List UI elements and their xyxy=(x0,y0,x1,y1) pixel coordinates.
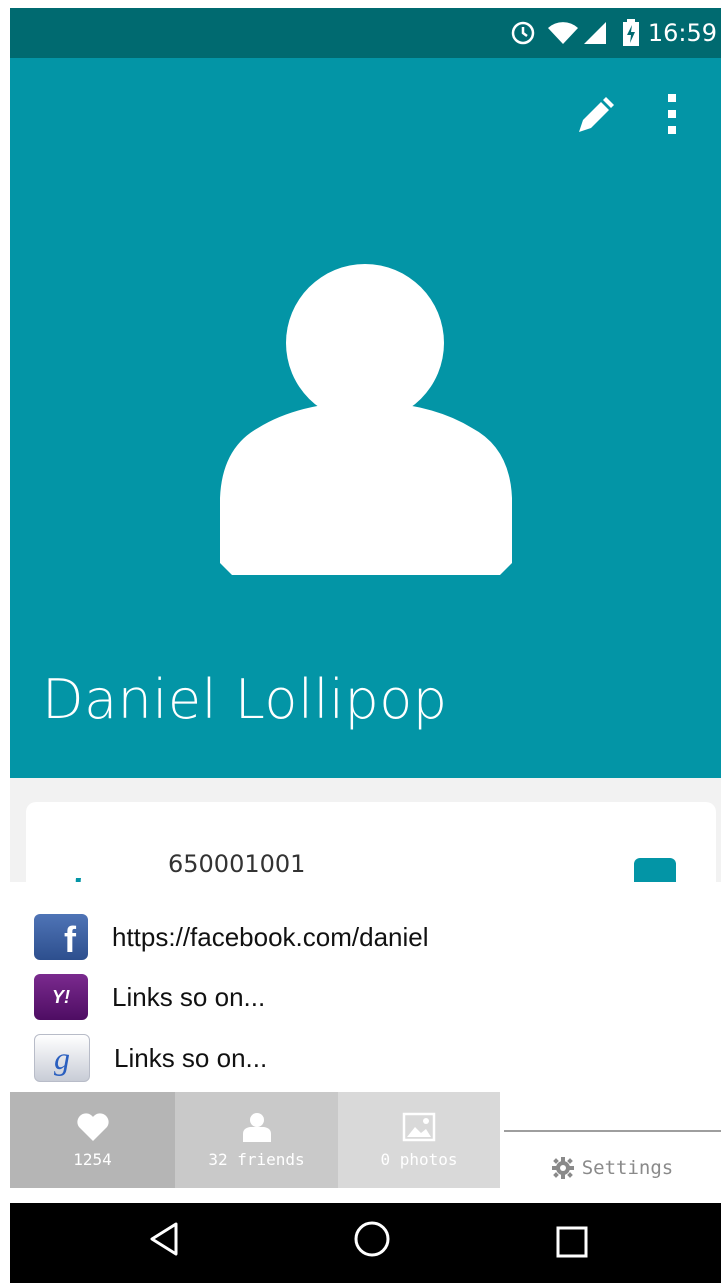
tab-label: 1254 xyxy=(73,1149,112,1169)
bottom-tab-bar: 1254 32 friends 0 photos Settings xyxy=(10,1092,721,1196)
tab-label: 0 photos xyxy=(380,1149,458,1169)
facebook-logo-icon: f xyxy=(34,914,88,960)
tab-label: 32 friends xyxy=(208,1149,305,1169)
contact-name: Daniel Lollipop xyxy=(42,668,448,731)
tab-likes[interactable]: 1254 xyxy=(10,1092,175,1188)
home-icon[interactable] xyxy=(352,1219,392,1259)
back-icon[interactable] xyxy=(148,1221,180,1257)
tab-friends[interactable]: 32 friends xyxy=(175,1092,338,1188)
gear-icon xyxy=(551,1157,574,1179)
status-time: 16:59 xyxy=(647,19,717,47)
battery-charging-icon xyxy=(622,19,639,46)
wifi-icon xyxy=(547,22,578,44)
tab-photos[interactable]: 0 photos xyxy=(338,1092,500,1188)
link-text[interactable]: Links so on... xyxy=(112,982,265,1013)
status-bar: 16:59 xyxy=(10,8,721,58)
more-vertical-icon[interactable] xyxy=(662,92,682,136)
link-text[interactable]: Links so on... xyxy=(114,1043,267,1074)
google-logo-icon: g xyxy=(34,1034,90,1082)
system-nav-bar xyxy=(10,1203,721,1283)
settings-divider xyxy=(504,1130,721,1132)
phone-number[interactable]: 650001001 xyxy=(168,850,305,878)
contact-card xyxy=(26,802,716,892)
yahoo-logo-icon: Y! xyxy=(34,974,88,1020)
tab-settings[interactable]: Settings xyxy=(504,1150,721,1186)
tab-label: Settings xyxy=(581,1157,674,1179)
link-row-yahoo[interactable]: Y! Links so on... xyxy=(34,974,265,1020)
alarm-icon xyxy=(511,21,535,45)
avatar-placeholder-icon xyxy=(220,264,512,575)
link-row-google[interactable]: g Links so on... xyxy=(34,1034,267,1082)
link-row-facebook[interactable]: f https://facebook.com/daniel xyxy=(34,914,429,960)
recents-icon[interactable] xyxy=(555,1225,589,1259)
image-icon xyxy=(402,1112,436,1141)
status-icons: 16:59 xyxy=(510,8,717,58)
person-icon xyxy=(242,1112,271,1142)
social-links: f https://facebook.com/daniel Y! Links s… xyxy=(0,882,721,1092)
signal-icon xyxy=(583,22,606,44)
heart-icon xyxy=(76,1112,109,1141)
link-text[interactable]: https://facebook.com/daniel xyxy=(112,922,429,953)
edit-pencil-icon[interactable] xyxy=(575,96,615,136)
profile-header: Daniel Lollipop xyxy=(10,58,721,778)
